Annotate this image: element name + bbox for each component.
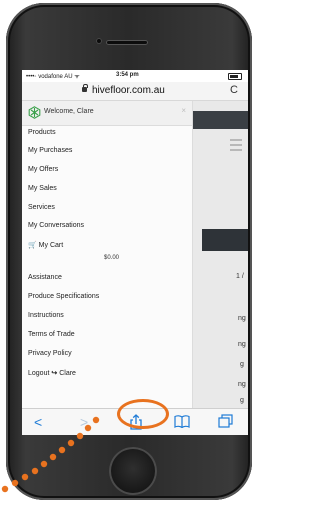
dotted-pointer: [1, 416, 100, 493]
